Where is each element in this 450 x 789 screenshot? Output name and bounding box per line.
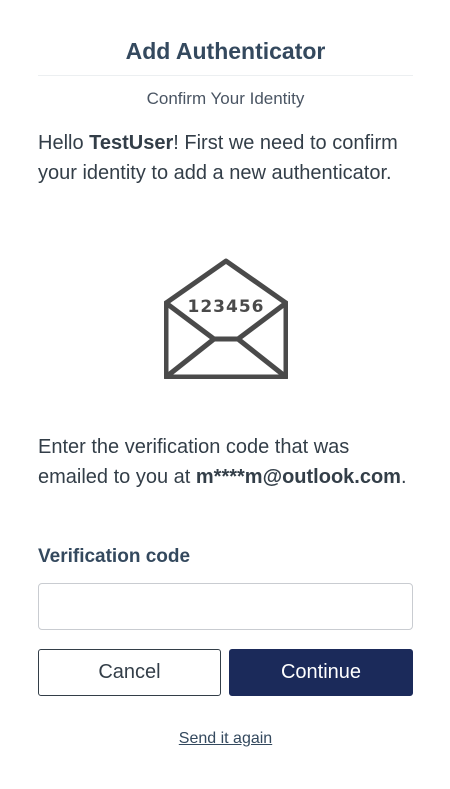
intro-username: TestUser (89, 132, 174, 154)
verification-card: Add Authenticator Confirm Your Identity … (38, 0, 413, 747)
verification-code-label: Verification code (38, 546, 191, 567)
page-title: Add Authenticator (38, 0, 413, 76)
intro-greeting: Hello (38, 132, 90, 154)
intro-message: Hello TestUser! First we need to confirm… (38, 109, 413, 188)
envelope-icon: 123456 (163, 258, 288, 379)
verification-code-input[interactable] (38, 583, 413, 630)
envelope-code-text: 123456 (187, 297, 264, 317)
masked-email: m****m@outlook.com (195, 466, 401, 488)
cancel-button[interactable]: Cancel (38, 649, 221, 696)
envelope-illustration: 123456 (38, 255, 413, 390)
instructions-text: Enter the verification code that was ema… (38, 432, 413, 492)
continue-button[interactable]: Continue (229, 649, 413, 696)
send-again-link[interactable]: Send it again (179, 730, 272, 747)
instructions-suffix: . (400, 466, 407, 488)
resend-container: Send it again (38, 728, 413, 750)
page-subtitle: Confirm Your Identity (146, 89, 305, 108)
